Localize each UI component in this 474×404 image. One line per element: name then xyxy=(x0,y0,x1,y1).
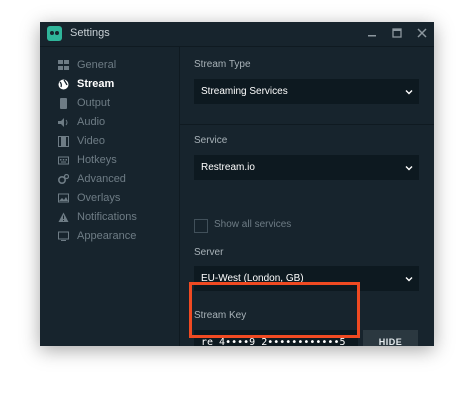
sidebar-item-label: Video xyxy=(77,135,105,147)
speaker-icon xyxy=(58,118,68,127)
show-all-services-checkbox[interactable]: Show all services xyxy=(194,218,394,234)
settings-sidebar: General Stream Output Audio Video Hotkey… xyxy=(40,47,180,346)
sidebar-item-label: Stream xyxy=(77,78,115,90)
minimize-icon[interactable] xyxy=(365,26,379,40)
sidebar-item-label: Overlays xyxy=(77,192,121,204)
sidebar-item-label: Notifications xyxy=(77,211,137,223)
streamlabs-logo-icon xyxy=(47,26,62,41)
output-icon xyxy=(60,98,67,109)
settings-window: Settings General Stream Output Audio Vid… xyxy=(40,22,434,346)
sidebar-item-label: Appearance xyxy=(77,230,137,242)
window-title: Settings xyxy=(70,27,110,39)
sidebar-item-output[interactable]: Output xyxy=(40,95,179,113)
chevron-down-icon xyxy=(405,90,413,95)
sidebar-item-overlays[interactable]: Overlays xyxy=(40,190,179,208)
stream-type-select[interactable]: Streaming Services xyxy=(194,79,419,104)
sidebar-item-audio[interactable]: Audio xyxy=(40,114,179,132)
overlay-icon xyxy=(58,193,69,203)
globe-icon xyxy=(58,79,69,90)
sidebar-item-notifications[interactable]: Notifications xyxy=(40,209,179,227)
title-bar: Settings xyxy=(40,22,434,47)
stream-type-value: Streaming Services xyxy=(201,86,288,97)
show-all-services-label: Show all services xyxy=(214,219,292,230)
warning-icon xyxy=(58,212,69,222)
server-value: EU-West (London, GB) xyxy=(201,273,304,284)
section-divider xyxy=(180,124,434,125)
checkbox-box[interactable] xyxy=(194,219,208,233)
monitor-icon xyxy=(58,231,69,241)
server-label: Server xyxy=(194,247,224,258)
chevron-down-icon xyxy=(405,277,413,282)
keyboard-icon xyxy=(58,156,69,165)
sidebar-item-label: Advanced xyxy=(77,173,126,185)
chevron-down-icon xyxy=(405,166,413,171)
sidebar-item-label: Hotkeys xyxy=(77,154,117,166)
sidebar-item-hotkeys[interactable]: Hotkeys xyxy=(40,152,179,170)
stream-settings-panel: Stream Type Streaming Services Service R… xyxy=(180,47,434,346)
stream-key-label: Stream Key xyxy=(194,310,247,321)
sidebar-item-label: General xyxy=(77,59,117,71)
close-icon[interactable] xyxy=(415,26,429,40)
sidebar-item-general[interactable]: General xyxy=(40,57,179,75)
sidebar-item-stream[interactable]: Stream xyxy=(40,76,179,94)
gears-icon xyxy=(58,174,69,184)
stream-type-label: Stream Type xyxy=(194,59,251,70)
stream-key-input[interactable]: re_4••••9_2••••••••••••5 xyxy=(194,330,358,346)
grid-icon xyxy=(58,60,69,70)
sidebar-item-appearance[interactable]: Appearance xyxy=(40,228,179,246)
service-select[interactable]: Restream.io xyxy=(194,155,419,180)
sidebar-item-advanced[interactable]: Advanced xyxy=(40,171,179,189)
maximize-icon[interactable] xyxy=(390,26,404,40)
service-label: Service xyxy=(194,135,228,146)
sidebar-item-label: Output xyxy=(77,97,111,109)
service-value: Restream.io xyxy=(201,162,255,173)
sidebar-item-video[interactable]: Video xyxy=(40,133,179,151)
hide-key-button[interactable]: HIDE xyxy=(363,330,418,346)
film-icon xyxy=(58,136,69,147)
server-select[interactable]: EU-West (London, GB) xyxy=(194,266,419,291)
stream-key-value: re_4••••9_2••••••••••••5 xyxy=(201,337,346,346)
sidebar-item-label: Audio xyxy=(77,116,106,128)
